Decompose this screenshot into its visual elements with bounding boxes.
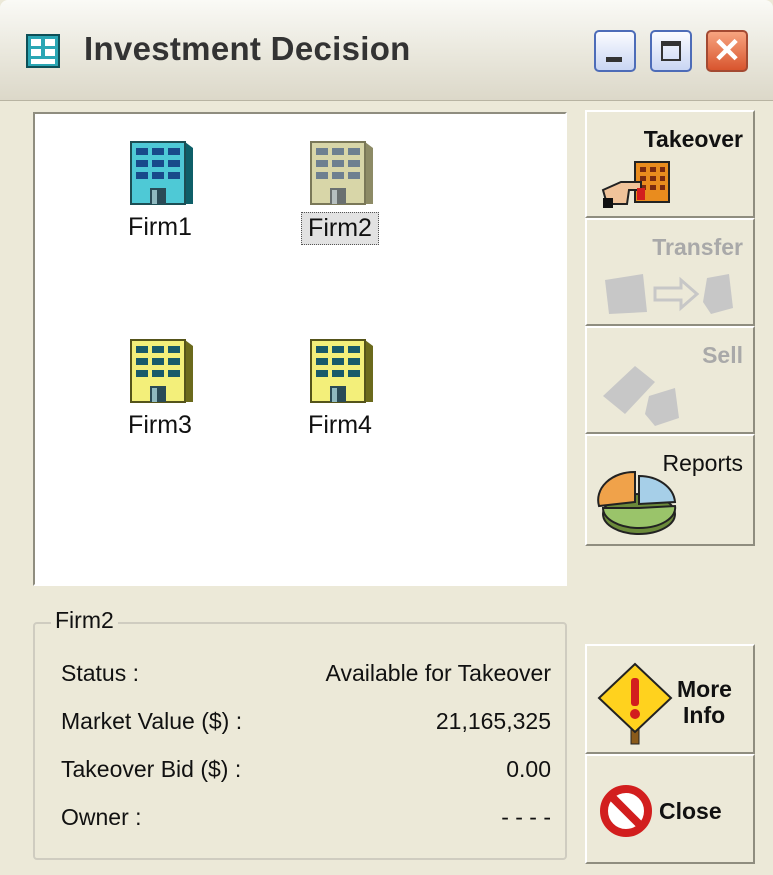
close-button[interactable]: Close [585, 754, 755, 864]
takeover-label: Takeover [643, 126, 743, 152]
firm-label: Firm3 [128, 411, 192, 439]
market-value-row: Market Value ($) : 21,165,325 [61, 708, 551, 735]
building-icon [130, 141, 193, 205]
owner-label: Owner : [61, 804, 142, 830]
transfer-arrow-icon [605, 274, 733, 314]
firm-item-4[interactable]: Firm4 [265, 334, 415, 441]
sell-button[interactable]: Sell [585, 326, 755, 434]
firm-label: Firm4 [308, 411, 372, 439]
firm-label-selected: Firm2 [301, 212, 379, 245]
firm-item-3[interactable]: Firm3 [85, 334, 235, 441]
window-title: Investment Decision [84, 30, 411, 67]
firm-details-group: Firm2 Status : Available for Takeover Ma… [33, 607, 567, 860]
firm-label: Firm1 [128, 213, 192, 241]
more-info-line1: More [677, 676, 732, 702]
building-grid-icon [26, 34, 60, 68]
takeover-bid-value: 0.00 [506, 756, 551, 782]
status-row: Status : Available for Takeover [61, 660, 551, 687]
owner-row: Owner : - - - - [61, 804, 551, 831]
building-icon [310, 339, 373, 403]
no-entry-icon [600, 785, 652, 837]
reports-button[interactable]: Reports [585, 434, 755, 546]
more-info-button[interactable]: More Info [585, 644, 755, 754]
market-value-value: 21,165,325 [435, 708, 551, 734]
close-icon: ✕ [712, 32, 742, 70]
firm-item-2[interactable]: Firm2 [265, 136, 415, 245]
building-icon [310, 141, 373, 205]
minimize-button[interactable] [594, 30, 636, 72]
sell-label: Sell [702, 342, 743, 368]
takeover-bid-label: Takeover Bid ($) : [61, 756, 242, 782]
investment-decision-window: Investment Decision ✕ Firm1 Firm2 Firm3 … [0, 0, 773, 875]
warning-sign-icon [597, 662, 673, 745]
pie-chart-icon [597, 470, 677, 535]
takeover-button[interactable]: Takeover [585, 110, 755, 218]
minimize-icon [606, 57, 622, 62]
title-bar[interactable]: Investment Decision ✕ [0, 0, 773, 101]
transfer-label: Transfer [652, 234, 743, 260]
takeover-bid-row: Takeover Bid ($) : 0.00 [61, 756, 551, 783]
sell-shapes-icon [603, 366, 679, 426]
close-label: Close [659, 798, 722, 824]
window-close-button[interactable]: ✕ [706, 30, 748, 72]
firm-item-1[interactable]: Firm1 [85, 136, 235, 243]
transfer-button[interactable]: Transfer [585, 218, 755, 326]
more-info-line2: Info [683, 702, 726, 728]
owner-value: - - - - [501, 804, 551, 830]
firm-list[interactable]: Firm1 Firm2 Firm3 Firm4 [33, 112, 567, 586]
group-title: Firm2 [51, 607, 118, 634]
hand-building-icon [601, 161, 670, 208]
maximize-icon [661, 41, 681, 61]
status-label: Status : [61, 660, 139, 686]
status-value: Available for Takeover [325, 660, 551, 686]
market-value-label: Market Value ($) : [61, 708, 243, 734]
maximize-button[interactable] [650, 30, 692, 72]
building-icon [130, 339, 193, 403]
